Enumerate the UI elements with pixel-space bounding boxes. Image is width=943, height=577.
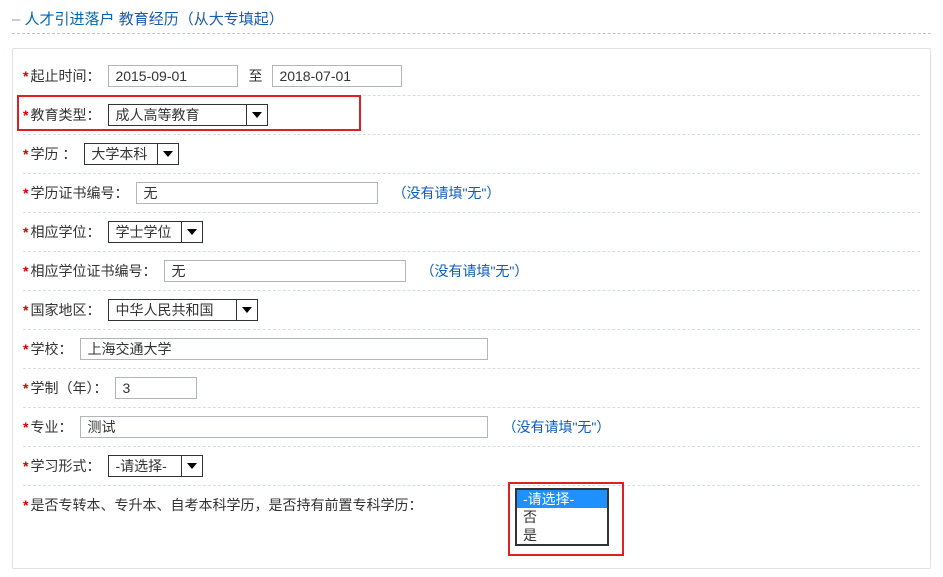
edu-type-value: 成人高等教育 <box>115 105 205 125</box>
country-value: 中华人民共和国 <box>115 300 219 320</box>
label-academic-degree: 相应学位： <box>30 222 100 242</box>
academic-degree-select[interactable]: 学士学位 <box>108 221 203 243</box>
page-title-main: 人才引进落户 <box>25 11 115 28</box>
chevron-down-icon <box>246 105 267 125</box>
required-mark: * <box>23 185 28 201</box>
row-country: * 国家地区： 中华人民共和国 <box>23 291 920 330</box>
end-date-input[interactable] <box>272 65 402 87</box>
row-cert-no: * 学历证书编号： （没有请填"无"） <box>23 174 920 213</box>
label-pre-diploma: 是否专转本、专升本、自考本科学历，是否持有前置专科学历： <box>30 495 422 515</box>
pre-diploma-select-open[interactable]: -请选择- 否 是 <box>515 488 609 546</box>
section-divider <box>12 33 931 34</box>
required-mark: * <box>23 458 28 474</box>
cert-no-hint: （没有请填"无"） <box>392 183 500 203</box>
label-degree: 学历 ： <box>30 144 76 164</box>
row-academic-degree: * 相应学位： 学士学位 <box>23 213 920 252</box>
label-date-range: 起止时间： <box>30 66 100 86</box>
required-mark: * <box>23 68 28 84</box>
label-cert-no: 学历证书编号： <box>30 183 128 203</box>
required-mark: * <box>23 341 28 357</box>
degree-select[interactable]: 大学本科 <box>84 143 179 165</box>
study-form-value: -请选择- <box>115 456 172 476</box>
chevron-down-icon <box>157 144 178 164</box>
label-degree-cert-no: 相应学位证书编号： <box>30 261 156 281</box>
academic-degree-value: 学士学位 <box>115 222 177 242</box>
pre-diploma-option-placeholder[interactable]: -请选择- <box>517 490 607 508</box>
required-mark: * <box>23 107 28 123</box>
years-input[interactable] <box>115 377 197 399</box>
chevron-down-icon <box>181 456 202 476</box>
label-school: 学校： <box>30 339 72 359</box>
row-years: * 学制（年）： <box>23 369 920 408</box>
row-edu-type: * 教育类型： 成人高等教育 <box>23 96 920 135</box>
degree-cert-no-hint: （没有请填"无"） <box>420 261 528 281</box>
row-date-range: * 起止时间： 至 <box>23 57 920 96</box>
cert-no-input[interactable] <box>136 182 378 204</box>
row-school: * 学校： <box>23 330 920 369</box>
degree-cert-no-input[interactable] <box>164 260 406 282</box>
chevron-down-icon <box>181 222 202 242</box>
chevron-down-icon <box>236 300 257 320</box>
row-pre-diploma: * 是否专转本、专升本、自考本科学历，是否持有前置专科学历： -请选择- 否 是 <box>23 486 920 558</box>
required-mark: * <box>23 302 28 318</box>
page-title-sub: 教育经历（从大专填起） <box>119 11 284 28</box>
dash-prefix: – <box>12 11 25 28</box>
required-mark: * <box>23 224 28 240</box>
required-mark: * <box>23 146 28 162</box>
major-input[interactable] <box>80 416 488 438</box>
start-date-input[interactable] <box>108 65 238 87</box>
form-container: * 起止时间： 至 * 教育类型： 成人高等教育 * 学历 ： 大学本科 <box>12 48 931 569</box>
school-input[interactable] <box>80 338 488 360</box>
row-degree: * 学历 ： 大学本科 <box>23 135 920 174</box>
required-mark: * <box>23 497 28 513</box>
date-range-separator: 至 <box>248 66 262 86</box>
degree-value: 大学本科 <box>91 144 153 164</box>
required-mark: * <box>23 419 28 435</box>
required-mark: * <box>23 380 28 396</box>
edu-type-select[interactable]: 成人高等教育 <box>108 104 268 126</box>
row-study-form: * 学习形式： -请选择- <box>23 447 920 486</box>
required-mark: * <box>23 263 28 279</box>
label-study-form: 学习形式： <box>30 456 100 476</box>
breadcrumb: – 人才引进落户 教育经历（从大专填起） <box>12 8 931 31</box>
study-form-select[interactable]: -请选择- <box>108 455 203 477</box>
pre-diploma-option-no[interactable]: 否 <box>517 508 607 526</box>
row-degree-cert-no: * 相应学位证书编号： （没有请填"无"） <box>23 252 920 291</box>
row-major: * 专业： （没有请填"无"） <box>23 408 920 447</box>
pre-diploma-option-yes[interactable]: 是 <box>517 526 607 544</box>
label-edu-type: 教育类型： <box>30 105 100 125</box>
country-select[interactable]: 中华人民共和国 <box>108 299 258 321</box>
label-years: 学制（年）： <box>30 378 107 398</box>
label-major: 专业： <box>30 417 72 437</box>
major-hint: （没有请填"无"） <box>502 417 610 437</box>
label-country: 国家地区： <box>30 300 100 320</box>
